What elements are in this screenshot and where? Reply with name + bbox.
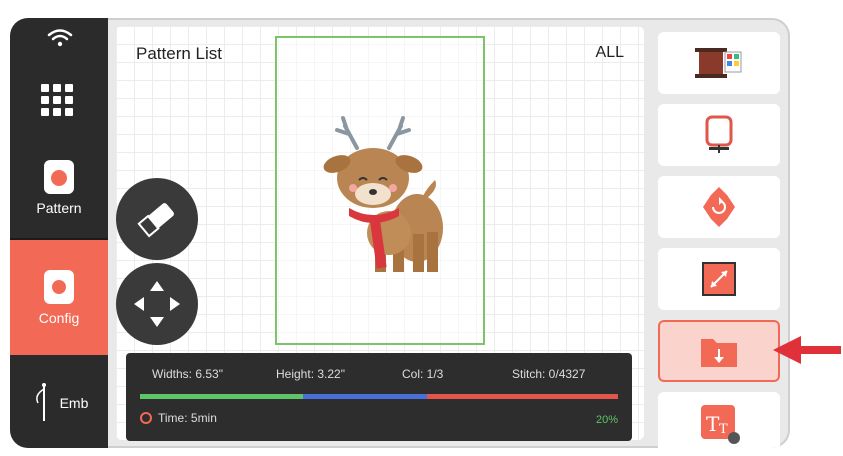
hoop-area[interactable]: [275, 36, 485, 345]
clock-icon: [140, 412, 152, 424]
pattern-canvas[interactable]: Pattern List ALL Widths: 6.53" Height: 3…: [116, 26, 644, 441]
thread-spool-icon: [695, 48, 742, 78]
move-arrows-icon: [134, 281, 180, 327]
sidebar-item-label: Config: [38, 309, 80, 326]
stitch-count: Stitch: 0/4327: [512, 367, 586, 381]
tool-bar: T T: [658, 26, 780, 448]
filter-all[interactable]: ALL: [596, 44, 624, 62]
config-icon: [44, 269, 74, 304]
progress-percent: 20%: [595, 414, 618, 426]
sidebar-item-label: Emb: [59, 395, 89, 411]
hoop-frame-icon: [705, 115, 733, 153]
svg-text:T: T: [706, 412, 720, 436]
device-frame: Pattern Config Emb Pattern List ALL Widt…: [10, 18, 790, 448]
import-folder-icon: [701, 339, 737, 367]
pattern-icon: [44, 160, 74, 194]
progress-bar: [140, 394, 618, 399]
reindeer-pattern-image[interactable]: [277, 38, 483, 343]
text-tool-button[interactable]: T T: [658, 392, 780, 448]
resize-button[interactable]: [658, 248, 780, 310]
rotate-icon: [703, 187, 735, 227]
sidebar-item-label: Pattern: [36, 200, 82, 216]
apps-grid-icon[interactable]: [37, 80, 77, 120]
svg-text:T: T: [719, 422, 728, 437]
sidebar-item-pattern[interactable]: Pattern: [10, 138, 108, 240]
needle-icon: [35, 383, 46, 421]
progress-segment-blue: [302, 394, 427, 399]
sidebar-item-emb[interactable]: Emb: [10, 358, 108, 448]
hoop-button[interactable]: [658, 104, 780, 166]
progress-segment-green: [140, 394, 303, 399]
width-value: Widths: 6.53": [152, 367, 223, 381]
thread-color-button[interactable]: [658, 32, 780, 94]
color-count: Col: 1/3: [402, 367, 444, 381]
progress-segment-red: [426, 394, 618, 399]
height-value: Height: 3.22": [276, 367, 345, 381]
text-tool-icon: T T: [701, 405, 740, 444]
eraser-icon: [137, 203, 174, 238]
wifi-icon: [47, 29, 73, 47]
eraser-button[interactable]: [116, 178, 198, 260]
info-bar: Widths: 6.53" Height: 3.22" Col: 1/3 Sti…: [126, 353, 632, 441]
sidebar-item-config[interactable]: Config: [10, 240, 108, 355]
rotate-button[interactable]: [658, 176, 780, 238]
time-display: Time: 5min: [140, 411, 217, 425]
move-button[interactable]: [116, 263, 198, 345]
pointer-arrow-icon: [773, 336, 841, 364]
import-pattern-button[interactable]: [658, 320, 780, 382]
resize-icon: [702, 262, 736, 296]
sidebar: Pattern Config Emb: [10, 18, 108, 448]
page-title: Pattern List: [136, 44, 222, 63]
time-value: Time: 5min: [158, 411, 217, 425]
